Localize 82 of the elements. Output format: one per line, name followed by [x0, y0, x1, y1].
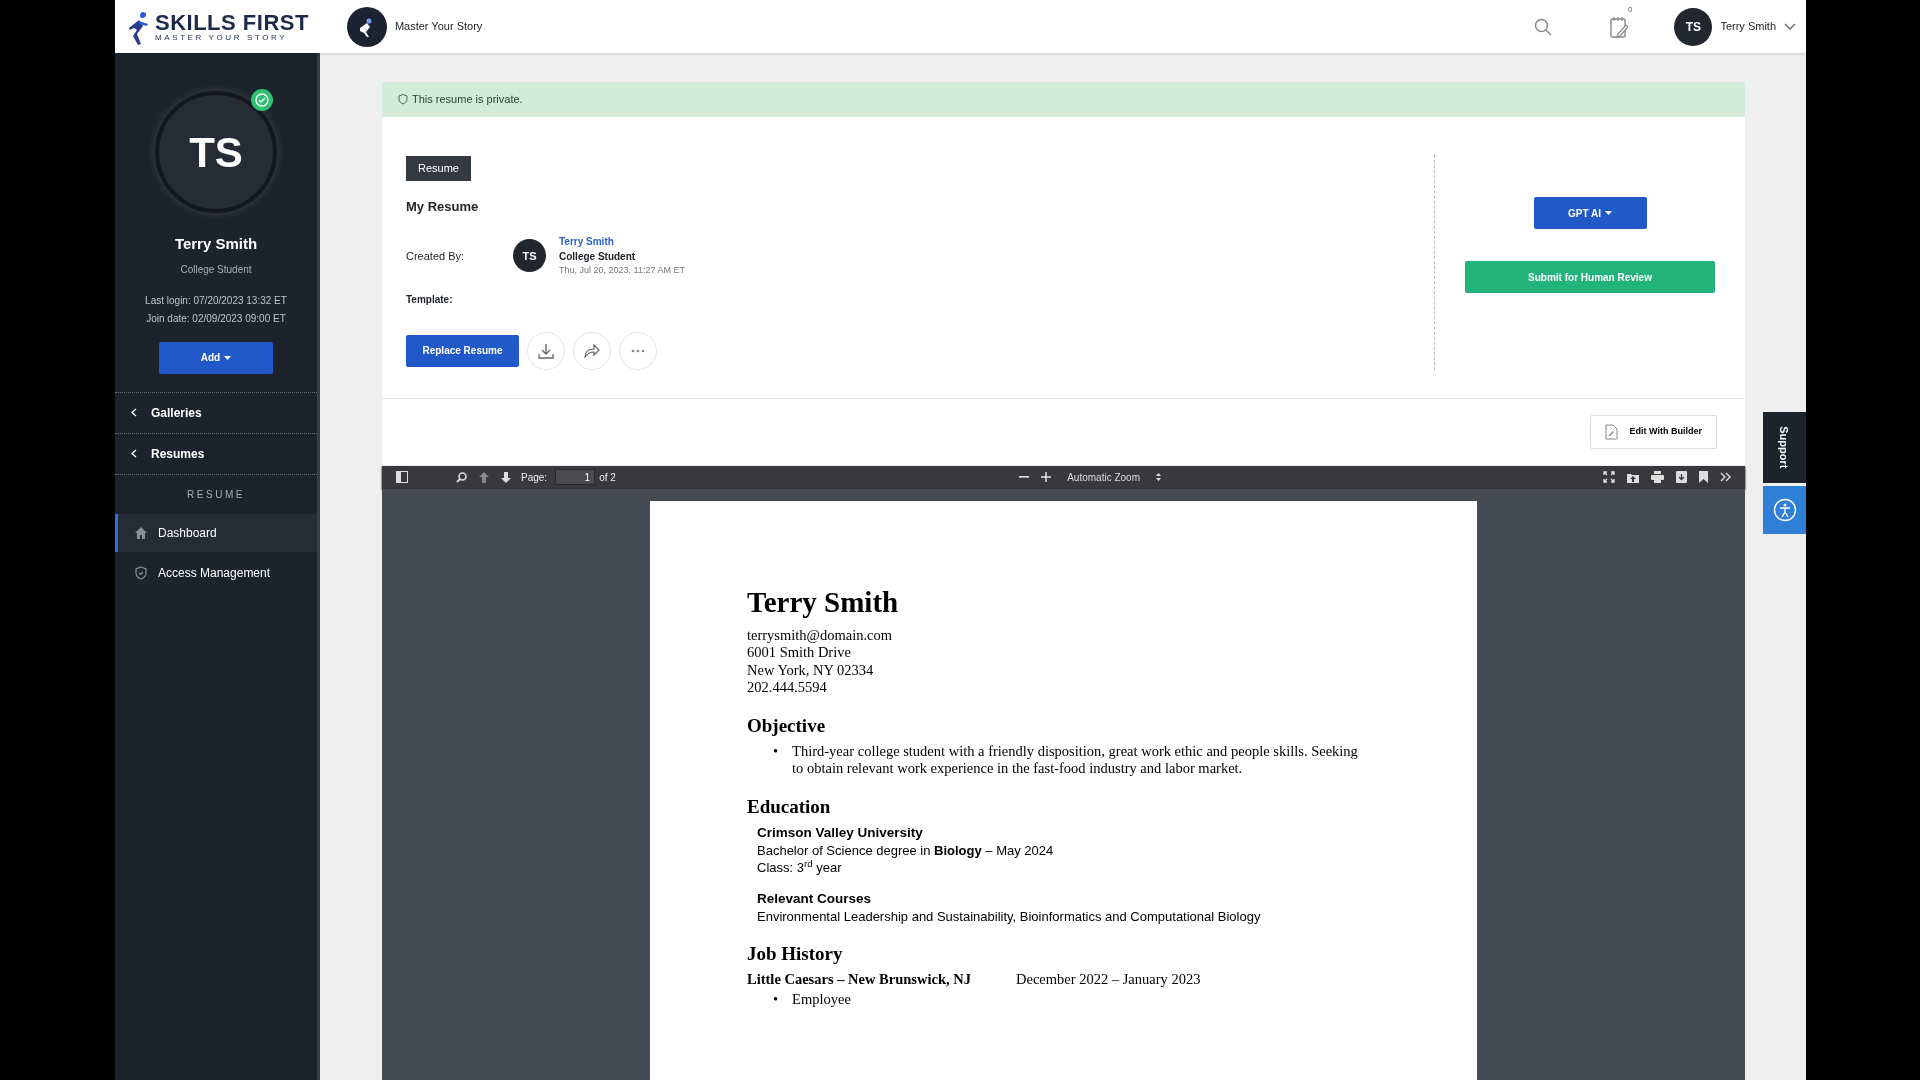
file-edit-icon — [1604, 423, 1618, 440]
search-icon[interactable] — [1534, 17, 1553, 36]
template-label: Template: — [406, 292, 454, 307]
resume-tag: Resume — [406, 156, 471, 181]
creator-name[interactable]: Terry Smith — [559, 234, 685, 249]
arrow-up-icon — [479, 471, 489, 483]
arrow-down-icon — [501, 471, 511, 483]
updown-icon — [1156, 473, 1161, 481]
accessibility-icon — [1772, 498, 1797, 522]
profile-role: College Student — [180, 262, 252, 277]
last-login: Last login: 07/20/2023 13:32 ET — [145, 293, 287, 308]
profile-name: Terry Smith — [174, 234, 258, 254]
user-name[interactable]: Terry Smith — [1720, 18, 1776, 35]
page-input[interactable]: 1 — [555, 469, 596, 485]
contact-line: New York, NY 02334 — [747, 661, 875, 679]
subsection-heading: Relevant Courses — [756, 889, 873, 908]
job-title: Little Caesars – New Brunswick, NJ — [747, 970, 972, 988]
page-total: of 2 — [599, 470, 616, 485]
created-date: Thu, Jul 20, 2023, 11:27 AM ET — [559, 264, 685, 277]
bullet-mark: • — [773, 742, 779, 761]
sidebar-group[interactable]: Galleries — [115, 392, 317, 433]
minus-icon — [1019, 476, 1030, 478]
double-chevron-icon — [1720, 472, 1731, 482]
expand-icon — [1603, 471, 1615, 483]
caret-icon — [1605, 211, 1612, 215]
resume-text: Class: 3$^{rd}$ year — [756, 858, 843, 876]
share-button[interactable] — [573, 331, 611, 370]
chevron-down-icon[interactable] — [1784, 22, 1796, 31]
resume-text: Bachelor of Science degree in Biology – May 2024 — [756, 841, 1055, 859]
resume-title: My Resume — [406, 197, 480, 216]
download-icon — [538, 342, 554, 359]
plus-icon — [1041, 472, 1052, 482]
accessibility-button[interactable] — [1763, 486, 1806, 534]
page-label: Page: — [521, 470, 548, 485]
section-title: RESUME — [187, 487, 245, 502]
contact-line: 202.444.5594 — [747, 679, 828, 697]
replace-resume-button[interactable]: Replace Resume — [406, 334, 519, 367]
home-icon — [134, 525, 148, 540]
contact-line: 6001 Smith Drive — [747, 644, 852, 662]
bullet-mark: • — [773, 991, 779, 1009]
gpt-ai-button[interactable]: GPT AI — [1533, 197, 1647, 229]
brand-name: SKILLS FIRST — [155, 11, 309, 34]
notification-count: 0 — [1627, 3, 1633, 16]
edit-with-builder-button[interactable]: Edit With Builder — [1589, 414, 1717, 449]
printer-icon — [1651, 471, 1664, 483]
user-avatar[interactable]: TS — [1674, 7, 1713, 46]
subsection-heading: Crimson Valley University — [756, 823, 924, 842]
caret-icon — [224, 355, 232, 360]
sidebar-item[interactable]: Dashboard — [115, 513, 317, 552]
support-tab[interactable]: Support — [1763, 412, 1806, 483]
sidebar-toggle-icon — [396, 471, 408, 483]
job-dates: December 2022 – January 2023 — [1016, 970, 1201, 988]
brand-tagline: MASTER YOUR STORY — [155, 33, 289, 42]
profile-avatar: TS — [155, 91, 277, 213]
save-icon — [1676, 471, 1687, 483]
bullet-text: Employee — [792, 991, 851, 1009]
banner-text: This resume is private. — [412, 92, 523, 108]
org-name[interactable]: Master Your Story — [394, 18, 483, 35]
created-by-label: Created By: — [406, 248, 466, 264]
share-arrow-icon — [584, 343, 600, 358]
shield-icon — [134, 565, 148, 580]
section-heading: Job History — [747, 942, 844, 965]
folder-icon — [1627, 471, 1639, 483]
add-button[interactable]: Add — [159, 341, 273, 374]
download-button[interactable] — [527, 331, 565, 370]
search-icon — [456, 471, 467, 483]
bullet-text: Third-year college student with a friendly disposition, great work ethic and people skills. Seeking to obtain relevant work experience in the fast-food industry and labor market. — [792, 742, 1359, 778]
bookmark-icon — [1699, 471, 1708, 483]
sidebar-item[interactable]: Access Management — [115, 553, 317, 592]
contact-line: terrysmith@domain.com — [747, 626, 894, 644]
resume-text: Environmental Leadership and Sustainability, Bioinformatics and Computational Biology — [756, 907, 1262, 925]
notepad-edit-icon[interactable] — [1610, 15, 1629, 38]
creator-avatar: TS — [513, 239, 546, 273]
resume-name: Terry Smith — [747, 584, 900, 619]
sidebar-group[interactable]: Resumes — [115, 433, 317, 474]
creator-role: College Student — [559, 250, 637, 264]
section-heading: Education — [747, 795, 832, 818]
join-date: Join date: 02/09/2023 09:00 ET — [146, 311, 286, 326]
org-avatar[interactable] — [346, 6, 387, 47]
more-dots-icon — [631, 348, 645, 353]
section-heading: Objective — [747, 714, 827, 737]
zoom-select[interactable]: Automatic Zoom — [1061, 469, 1167, 485]
